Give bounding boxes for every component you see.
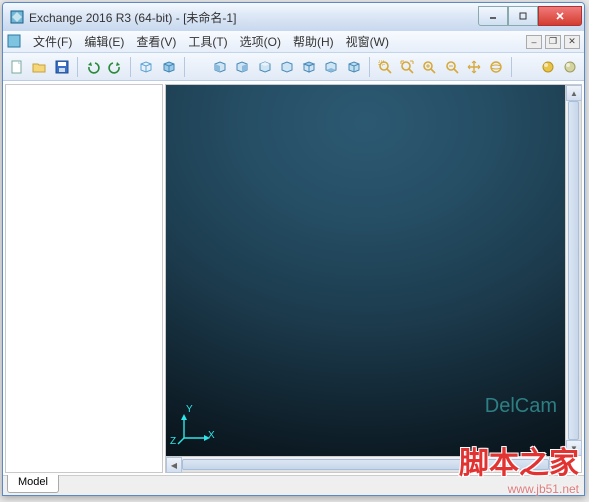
view-front-button[interactable] xyxy=(210,56,230,78)
zoom-in-button[interactable] xyxy=(419,56,439,78)
scroll-right-button[interactable]: ▶ xyxy=(549,457,565,473)
mdi-minimize-button[interactable]: – xyxy=(526,35,542,49)
minimize-button[interactable] xyxy=(478,6,508,26)
title-bar: Exchange 2016 R3 (64-bit) - [未命名-1] xyxy=(3,3,584,31)
view-bottom-button[interactable] xyxy=(321,56,341,78)
scrollbar-vertical[interactable]: ▲ ▼ xyxy=(565,85,581,456)
3d-viewport[interactable]: X Y Z DelCam xyxy=(166,85,565,456)
scrollbar-horizontal[interactable]: ◀ ▶ xyxy=(166,456,565,472)
pan-button[interactable] xyxy=(464,56,484,78)
menu-help[interactable]: 帮助(H) xyxy=(287,31,340,52)
menu-options[interactable]: 选项(O) xyxy=(234,31,287,52)
mdi-restore-button[interactable]: ❐ xyxy=(545,35,561,49)
scroll-thumb-horizontal[interactable] xyxy=(182,459,549,470)
maximize-button[interactable] xyxy=(508,6,538,26)
app-window: Exchange 2016 R3 (64-bit) - [未命名-1] 文件(F… xyxy=(2,2,585,496)
mdi-controls: – ❐ ✕ xyxy=(526,35,580,49)
menu-view[interactable]: 查看(V) xyxy=(130,31,182,52)
light-toggle-button[interactable] xyxy=(560,56,580,78)
scroll-down-button[interactable]: ▼ xyxy=(566,440,582,456)
view-tabs: Model xyxy=(3,475,584,495)
render-toggle-button[interactable] xyxy=(537,56,557,78)
menu-bar: 文件(F) 编辑(E) 查看(V) 工具(T) 选项(O) 帮助(H) 视窗(W… xyxy=(3,31,584,53)
wireframe-button[interactable] xyxy=(136,56,156,78)
main-toolbar xyxy=(3,53,584,81)
axis-z-label: Z xyxy=(170,436,176,447)
new-button[interactable] xyxy=(7,56,27,78)
window-controls xyxy=(478,6,582,26)
viewport-watermark: DelCam xyxy=(485,395,557,418)
axis-triad: X Y Z xyxy=(176,406,216,446)
scroll-thumb-vertical[interactable] xyxy=(568,101,579,440)
menu-edit[interactable]: 编辑(E) xyxy=(78,31,130,52)
zoom-out-button[interactable] xyxy=(441,56,461,78)
view-left-button[interactable] xyxy=(254,56,274,78)
mdi-close-button[interactable]: ✕ xyxy=(564,35,580,49)
zoom-window-button[interactable] xyxy=(375,56,395,78)
tree-panel[interactable] xyxy=(5,84,163,473)
zoom-extents-button[interactable] xyxy=(397,56,417,78)
content-area: X Y Z DelCam ▲ ▼ ◀ ▶ xyxy=(3,81,584,475)
close-button[interactable] xyxy=(538,6,582,26)
view-top-button[interactable] xyxy=(299,56,319,78)
app-icon xyxy=(9,9,25,25)
scroll-up-button[interactable]: ▲ xyxy=(566,85,582,101)
axis-y-label: Y xyxy=(186,404,193,415)
axis-x-label: X xyxy=(208,430,215,441)
menu-window[interactable]: 视窗(W) xyxy=(340,31,395,52)
save-button[interactable] xyxy=(52,56,72,78)
redo-button[interactable] xyxy=(105,56,125,78)
window-title: Exchange 2016 R3 (64-bit) - [未命名-1] xyxy=(29,9,236,26)
open-button[interactable] xyxy=(29,56,49,78)
view-back-button[interactable] xyxy=(232,56,252,78)
view-right-button[interactable] xyxy=(277,56,297,78)
app-menu-icon xyxy=(7,34,23,50)
scroll-left-button[interactable]: ◀ xyxy=(166,457,182,473)
tab-model[interactable]: Model xyxy=(7,475,59,493)
menu-tools[interactable]: 工具(T) xyxy=(182,31,233,52)
view-iso-button[interactable] xyxy=(343,56,363,78)
orbit-button[interactable] xyxy=(486,56,506,78)
viewport-container: X Y Z DelCam ▲ ▼ ◀ ▶ xyxy=(165,84,582,473)
shaded-button[interactable] xyxy=(158,56,178,78)
menu-file[interactable]: 文件(F) xyxy=(27,31,78,52)
undo-button[interactable] xyxy=(83,56,103,78)
